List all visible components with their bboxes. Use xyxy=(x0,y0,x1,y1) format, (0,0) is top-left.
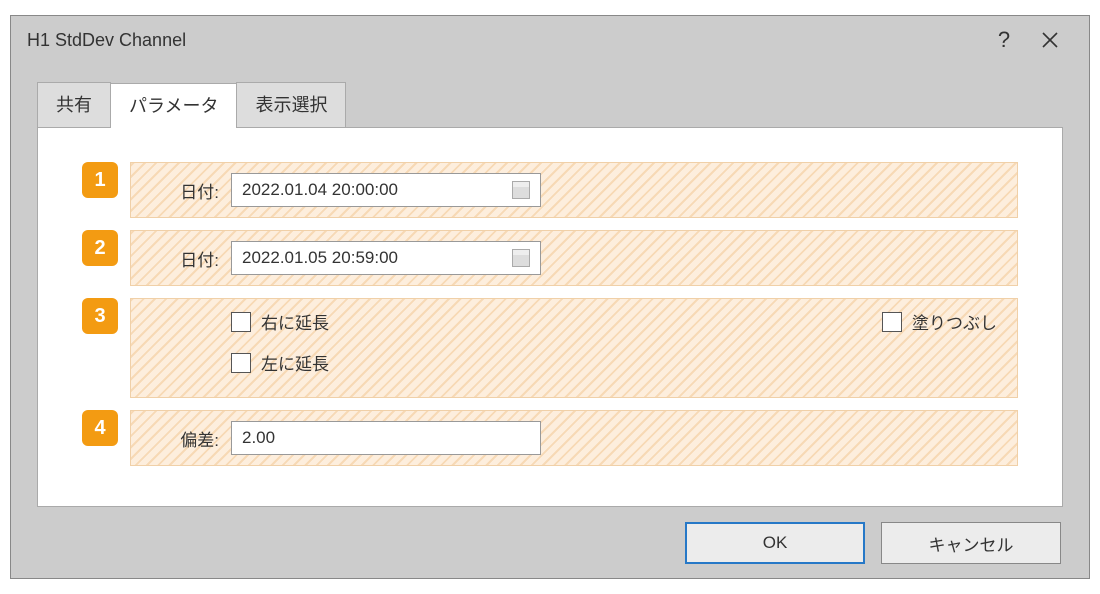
param-row-3: 3 右に延長 塗りつぶし xyxy=(82,298,1018,398)
badge-1: 1 xyxy=(82,162,118,198)
date2-value: 2022.01.05 20:59:00 xyxy=(242,248,512,268)
extend-left-checkbox[interactable]: 左に延長 xyxy=(231,350,329,375)
fill-label: 塗りつぶし xyxy=(912,309,997,334)
checkbox-icon xyxy=(231,353,251,373)
checkbox-icon xyxy=(231,312,251,332)
help-button[interactable]: ? xyxy=(981,17,1027,63)
param-row-4: 4 偏差: 2.00 xyxy=(82,410,1018,466)
badge-2: 2 xyxy=(82,230,118,266)
tab-parameters[interactable]: パラメータ xyxy=(110,83,237,128)
fill-checkbox[interactable]: 塗りつぶし xyxy=(882,309,997,334)
date1-input[interactable]: 2022.01.04 20:00:00 xyxy=(231,173,541,207)
deviation-value: 2.00 xyxy=(242,428,275,448)
deviation-label: 偏差: xyxy=(151,426,231,451)
date1-value: 2022.01.04 20:00:00 xyxy=(242,180,512,200)
badge-4: 4 xyxy=(82,410,118,446)
tab-display[interactable]: 表示選択 xyxy=(236,82,346,127)
tab-row: 共有 パラメータ 表示選択 xyxy=(11,82,1089,127)
checkbox-icon xyxy=(882,312,902,332)
calendar-icon[interactable] xyxy=(512,249,530,267)
date1-label: 日付: xyxy=(151,178,231,203)
extend-right-label: 右に延長 xyxy=(261,309,329,334)
extend-right-checkbox[interactable]: 右に延長 xyxy=(231,309,329,334)
deviation-input[interactable]: 2.00 xyxy=(231,421,541,455)
button-row: OK キャンセル xyxy=(685,522,1061,564)
badge-3: 3 xyxy=(82,298,118,334)
date2-input[interactable]: 2022.01.05 20:59:00 xyxy=(231,241,541,275)
tab-shared[interactable]: 共有 xyxy=(37,82,111,127)
calendar-icon[interactable] xyxy=(512,181,530,199)
extend-left-label: 左に延長 xyxy=(261,350,329,375)
param-row-2: 2 日付: 2022.01.05 20:59:00 xyxy=(82,230,1018,286)
cancel-button[interactable]: キャンセル xyxy=(881,522,1061,564)
date2-label: 日付: xyxy=(151,246,231,271)
close-button[interactable] xyxy=(1027,17,1073,63)
tab-content: 1 日付: 2022.01.04 20:00:00 2 日付: 2022.01.… xyxy=(37,127,1063,507)
window-title: H1 StdDev Channel xyxy=(27,30,981,51)
titlebar: H1 StdDev Channel ? xyxy=(11,16,1089,64)
ok-button[interactable]: OK xyxy=(685,522,865,564)
param-row-1: 1 日付: 2022.01.04 20:00:00 xyxy=(82,162,1018,218)
dialog-window: H1 StdDev Channel ? 共有 パラメータ 表示選択 1 日付: xyxy=(10,15,1090,579)
close-icon xyxy=(1041,31,1059,49)
